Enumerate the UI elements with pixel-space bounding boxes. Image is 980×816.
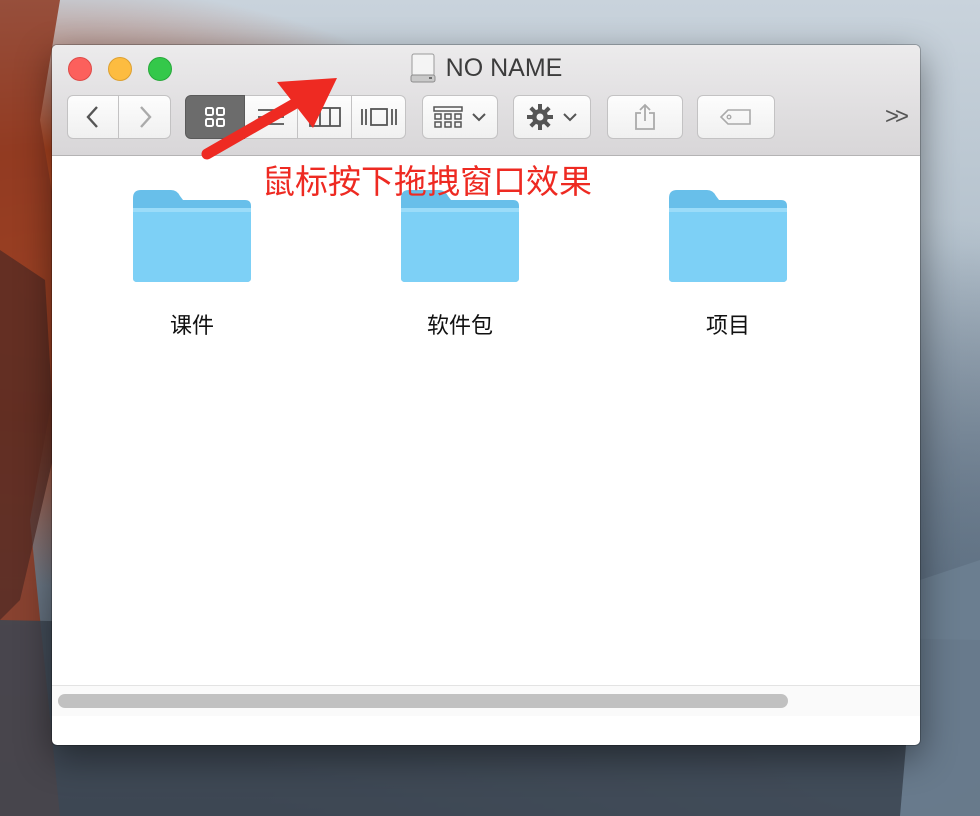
toolbar: >>: [67, 95, 909, 141]
coverflow-icon: [360, 108, 397, 126]
arrange-icon: [433, 106, 463, 128]
folder-icon: [133, 190, 251, 282]
file-item[interactable]: 软件包: [360, 184, 560, 340]
share-icon: [635, 103, 655, 130]
window-title-text: NO NAME: [445, 53, 563, 82]
tag-icon: [719, 109, 751, 125]
tags-button[interactable]: [697, 95, 775, 139]
chevron-left-icon: [86, 106, 98, 128]
horizontal-scrollbar[interactable]: [52, 685, 920, 716]
scrollbar-thumb[interactable]: [58, 694, 788, 708]
nav-buttons: [67, 95, 171, 139]
back-button[interactable]: [67, 95, 119, 139]
file-browser-area[interactable]: 课件 软件包 项目: [52, 156, 920, 716]
finder-window[interactable]: NO NAME >> 课件 软件包 项目: [52, 45, 920, 745]
forward-button[interactable]: [119, 95, 171, 139]
file-item[interactable]: 课件: [92, 184, 292, 340]
chevron-right-icon: [139, 106, 152, 128]
gear-icon: [527, 104, 553, 130]
title-bar[interactable]: NO NAME >>: [52, 45, 920, 156]
file-item[interactable]: 项目: [628, 184, 828, 340]
file-item-label: 软件包: [426, 313, 493, 338]
view-coverflow-button[interactable]: [352, 95, 406, 139]
window-title: NO NAME: [52, 53, 920, 83]
toolbar-overflow-button[interactable]: >>: [885, 103, 909, 131]
folder-icon: [669, 190, 787, 282]
arrange-button[interactable]: [422, 95, 498, 139]
chevron-down-icon: [472, 113, 486, 122]
drive-icon: [410, 53, 436, 83]
chevron-down-icon: [563, 113, 577, 122]
file-item-label: 项目: [705, 313, 750, 338]
annotation-text: 鼠标按下拖拽窗口效果: [262, 162, 592, 201]
share-button[interactable]: [607, 95, 683, 139]
file-item-label: 课件: [169, 313, 214, 338]
action-button[interactable]: [513, 95, 591, 139]
